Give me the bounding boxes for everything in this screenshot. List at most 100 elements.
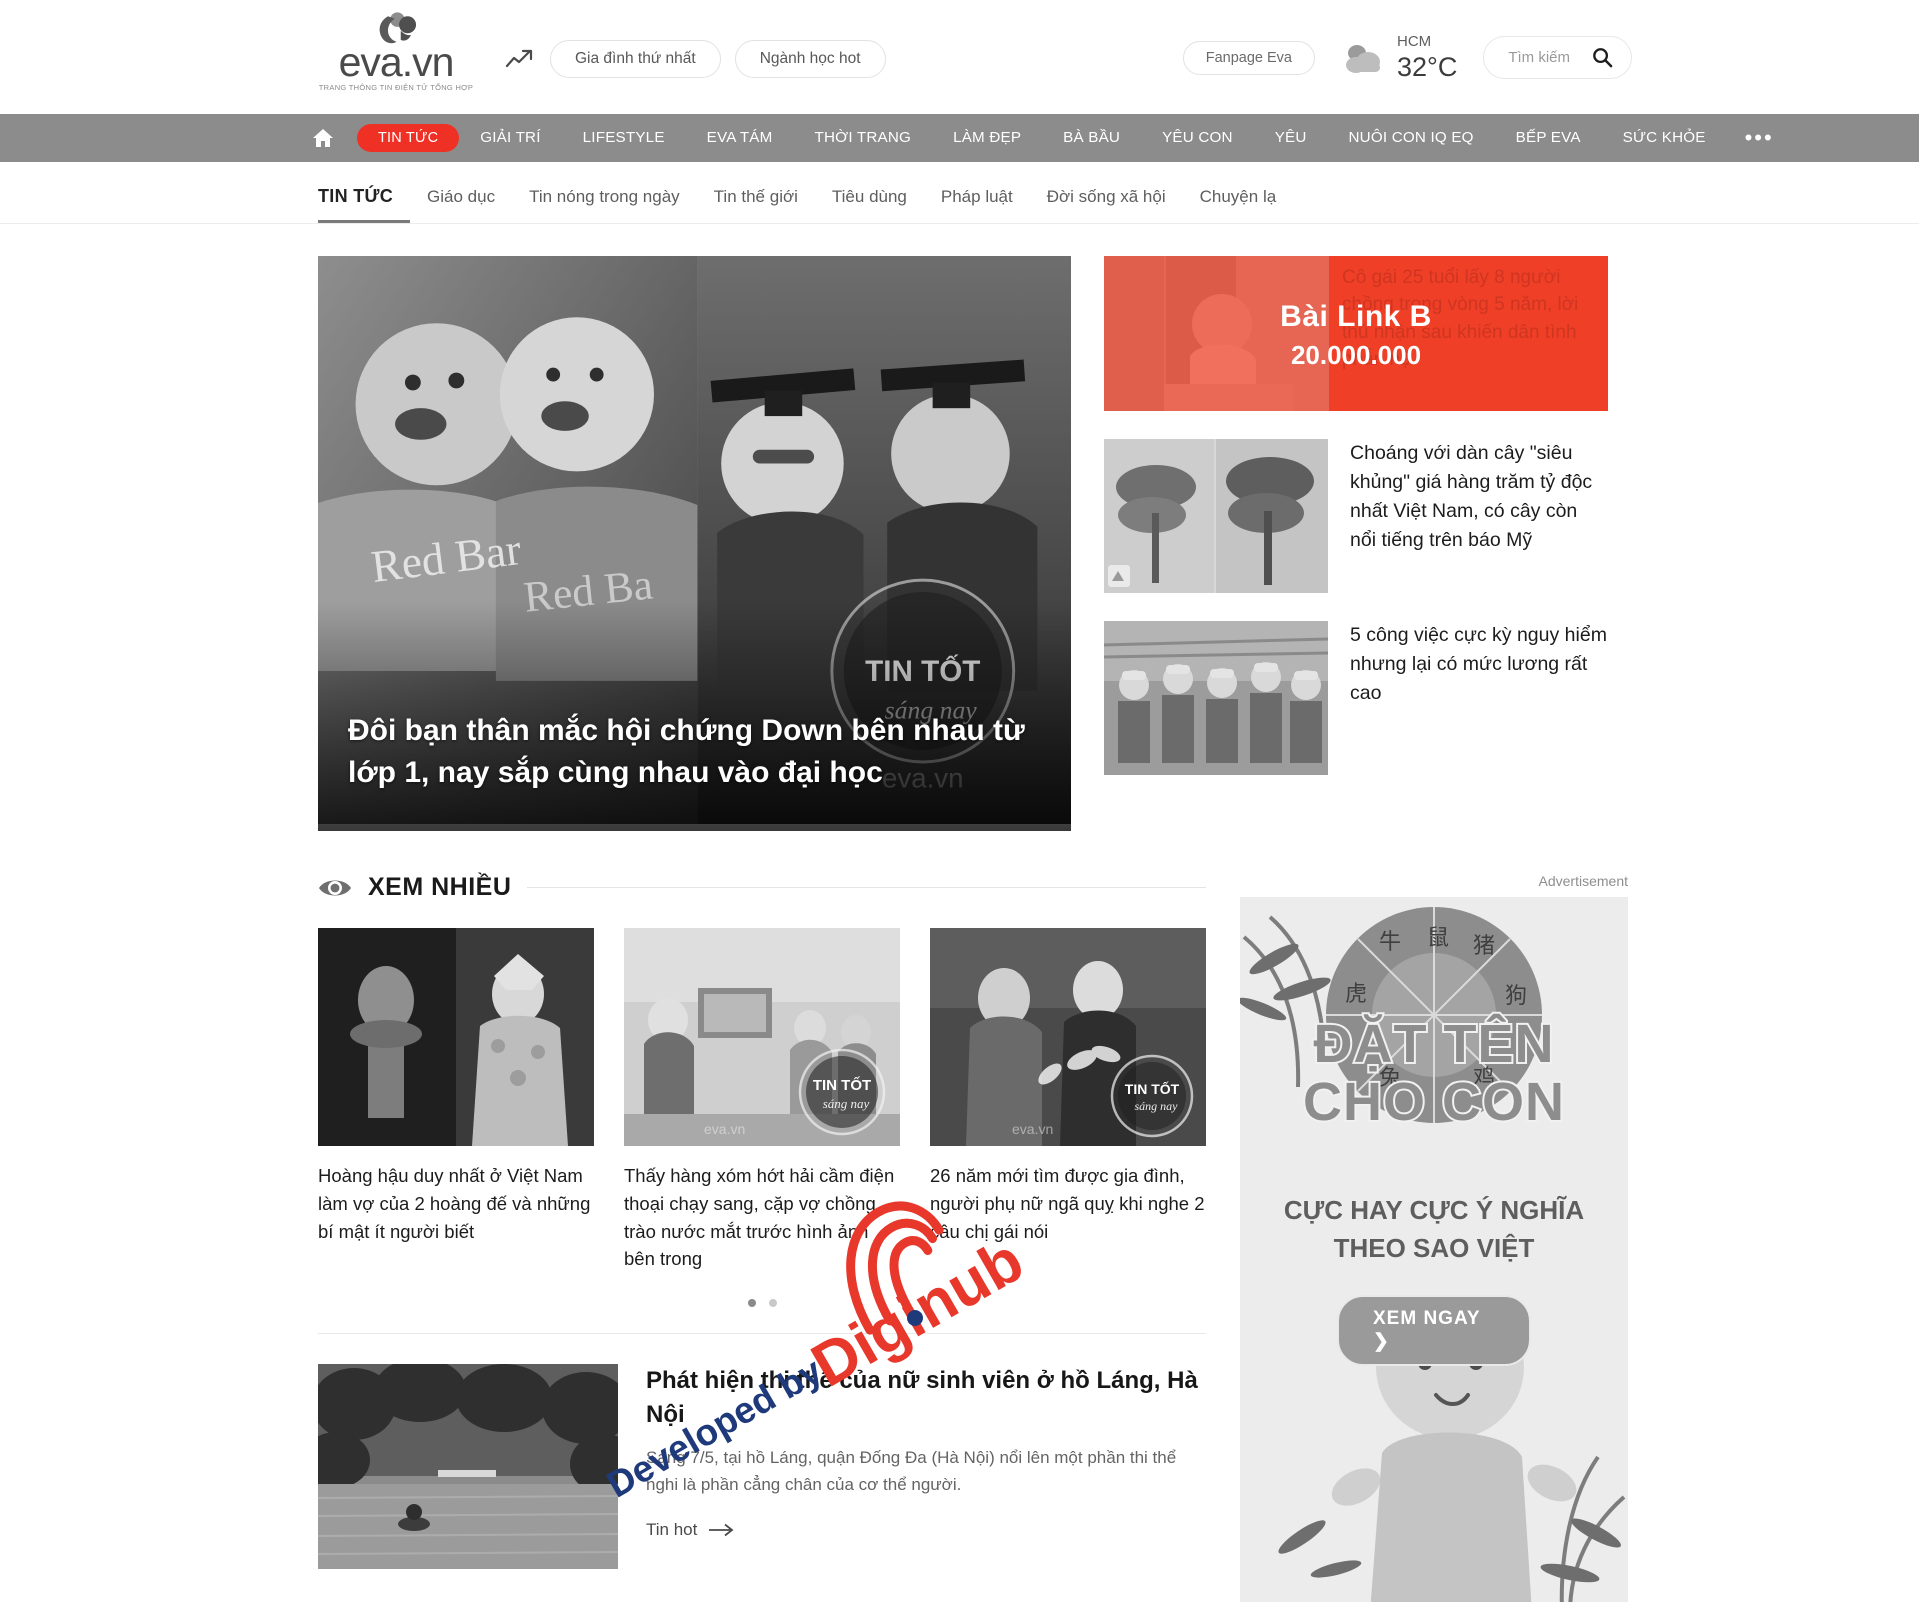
xem-nhieu-card-2[interactable]: TIN TỐT sáng nay eva.vn 26 năm mới tìm đ… (930, 928, 1206, 1273)
nav-item-ba-bau[interactable]: BÀ BẦU (1042, 114, 1141, 162)
feature-article-image (318, 1364, 618, 1569)
top-section: Red Bar Red Ba TIN TỐT sáng nay (318, 256, 1608, 831)
advertisement-headline-line2: CHO CON (1301, 1071, 1566, 1134)
svg-text:eva.vn: eva.vn (1012, 1121, 1053, 1137)
carousel-pagination[interactable] (318, 1299, 1206, 1307)
nav-item-suc-khoe[interactable]: SỨC KHỎE (1602, 114, 1727, 162)
side-article-1-title[interactable]: 5 công việc cực kỳ nguy hiểm nhưng lại c… (1350, 621, 1608, 775)
svg-text:虎: 虎 (1345, 981, 1367, 1006)
feature-article-description: Sáng 7/5, tại hồ Láng, quận Đống Đa (Hà … (646, 1448, 1177, 1494)
side-article-1-thumb (1104, 621, 1329, 775)
side-article-0-title[interactable]: Choáng với dàn cây "siêu khủng" giá hàng… (1350, 439, 1608, 593)
nav-item-lam-dep[interactable]: LÀM ĐẸP (932, 114, 1042, 162)
xem-nhieu-header: XEM NHIỀU (318, 873, 1206, 902)
subnav-item-tieu-dung[interactable]: Tiêu dùng (815, 187, 924, 223)
advertisement-sub-line1: CỰC HAY CỰC Ý NGHĨA (1283, 1194, 1585, 1226)
search-icon[interactable] (1592, 47, 1613, 68)
fanpage-button[interactable]: Fanpage Eva (1182, 40, 1315, 75)
feature-article[interactable]: Phát hiện thi thể của nữ sinh viên ở hồ … (318, 1364, 1206, 1569)
site-logo[interactable]: eva.vn TRANG THÔNG TIN ĐIỆN TỬ TỔNG HỢP (311, 12, 481, 92)
xem-nhieu-card-list: Hoàng hậu duy nhất ở Việt Nam làm vợ của… (318, 928, 1206, 1273)
nav-item-yeu-con[interactable]: YÊU CON (1141, 114, 1254, 162)
header-tag-0[interactable]: Gia đình thứ nhất (550, 40, 721, 78)
feature-article-body: Phát hiện thi thể của nữ sinh viên ở hồ … (646, 1364, 1206, 1569)
xem-nhieu-card-0-title[interactable]: Hoàng hậu duy nhất ở Việt Nam làm vợ của… (318, 1162, 594, 1245)
carousel-dot-1[interactable] (747, 1299, 756, 1307)
xem-nhieu-card-0[interactable]: Hoàng hậu duy nhất ở Việt Nam làm vợ của… (318, 928, 594, 1273)
nav-item-bep-eva[interactable]: BẾP EVA (1495, 114, 1602, 162)
svg-text:猪: 猪 (1473, 933, 1495, 958)
subnav-item-phap-luat[interactable]: Pháp luật (924, 187, 1030, 223)
side-article-1[interactable]: 5 công việc cực kỳ nguy hiểm nhưng lại c… (1104, 621, 1608, 775)
advertisement-banner[interactable]: 牛鼠猪 虎狗 兔鸡 ĐẶT TÊN CHO CON CỰC HAY CỰC Ý … (1240, 897, 1628, 1602)
nav-item-eva-tam[interactable]: EVA TÁM (686, 114, 794, 162)
svg-text:狗: 狗 (1505, 983, 1527, 1008)
page-root: eva.vn TRANG THÔNG TIN ĐIỆN TỬ TỔNG HỢP … (0, 0, 1919, 1602)
svg-text:TIN TỐT: TIN TỐT (813, 1076, 871, 1094)
trending-up-icon (505, 49, 533, 68)
subnav-item-tin-nong-trong-ngay[interactable]: Tin nóng trong ngày (512, 187, 697, 223)
search-input[interactable]: Tìm kiếm (1508, 49, 1570, 66)
content-divider (318, 1333, 1206, 1334)
feature-link-label[interactable]: Tin hot (646, 1520, 697, 1540)
feature-article-title[interactable]: Phát hiện thi thể của nữ sinh viên ở hồ … (646, 1364, 1206, 1431)
main-navigation: TIN TỨC GIẢI TRÍ LIFESTYLE EVA TÁM THỜI … (0, 114, 1919, 162)
nav-item-lifestyle[interactable]: LIFESTYLE (562, 114, 686, 162)
advertisement-headline: ĐẶT TÊN CHO CON (1240, 1013, 1628, 1134)
ellipsis-icon[interactable]: ••• (1727, 123, 1792, 153)
site-header: eva.vn TRANG THÔNG TIN ĐIỆN TỬ TỔNG HỢP … (0, 0, 1919, 114)
advertisement-label: Advertisement (1538, 873, 1628, 889)
cloud-icon (1346, 44, 1380, 73)
subnav-item-tin-the-gioi[interactable]: Tin thế giới (697, 187, 815, 223)
sub-navigation: TIN TỨC Giáo dục Tin nóng trong ngày Tin… (0, 162, 1919, 224)
promo-label: Bài Link B (1280, 300, 1432, 333)
promo-number: 20.000.000 (1290, 340, 1422, 370)
xem-nhieu-card-0-image (318, 928, 594, 1146)
side-article-0[interactable]: Choáng với dàn cây "siêu khủng" giá hàng… (1104, 439, 1608, 593)
header-right-group: Fanpage Eva HCM 32°C Tìm kiếm (1182, 34, 1632, 81)
home-icon[interactable] (311, 126, 335, 150)
feature-article-link[interactable]: Tin hot (646, 1520, 1206, 1540)
subnav-item-chuyen-la[interactable]: Chuyện lạ (1183, 187, 1294, 223)
header-tag-1[interactable]: Ngành học hot (734, 40, 886, 78)
nav-item-giai-tri[interactable]: GIẢI TRÍ (459, 114, 561, 162)
header-tag-list: Gia đình thứ nhất Ngành học hot (550, 40, 886, 78)
svg-text:sáng nay: sáng nay (1135, 1099, 1179, 1113)
hero-article[interactable]: Red Bar Red Ba TIN TỐT sáng nay (318, 256, 1072, 831)
carousel-dot-2[interactable] (768, 1299, 777, 1307)
svg-text:eva.vn: eva.vn (704, 1121, 745, 1137)
search-box[interactable]: Tìm kiếm (1483, 36, 1632, 79)
logo-wordmark: eva.vn (338, 39, 455, 85)
main-content: Red Bar Red Ba TIN TỐT sáng nay (0, 224, 1919, 1602)
subnav-item-tin-tuc[interactable]: TIN TỨC (318, 186, 411, 223)
xem-nhieu-card-1-title[interactable]: Thấy hàng xóm hớt hải cầm điện thoại chạ… (624, 1162, 900, 1273)
xem-nhieu-section: XEM NHIỀU Hoàng hậu duy nhất ở Việt Nam … (318, 873, 1206, 1602)
nav-item-yeu[interactable]: YÊU (1254, 114, 1328, 162)
hero-headline[interactable]: Đôi bạn thân mắc hội chứng Down bên nhau… (348, 710, 1045, 795)
logo-tagline: TRANG THÔNG TIN ĐIỆN TỬ TỔNG HỢP (318, 83, 474, 92)
weather-temperature: 32°C (1397, 52, 1458, 82)
advertisement-cta-button[interactable]: XEM NGAY ❯ (1337, 1295, 1531, 1366)
side-column: Cô gái 25 tuổi lấy 8 người chồng trong v… (1104, 256, 1608, 831)
xem-nhieu-card-2-title[interactable]: 26 năm mới tìm được gia đình, người phụ … (930, 1162, 1206, 1245)
xem-nhieu-card-1[interactable]: TIN TỐT sáng nay eva.vn Thấy hàng xóm hớ… (624, 928, 900, 1273)
advertisement-column: Advertisement 牛 鼠猪 虎 狗 兔 鸡 ĐẶT TÊN CHO CON… (1240, 873, 1628, 1602)
section-divider (527, 887, 1206, 888)
svg-text:牛: 牛 (1379, 929, 1401, 954)
advertisement-sub-line2: THEO SAO VIỆT (1333, 1232, 1536, 1264)
nav-item-nuoi-con-iq-eq[interactable]: NUÔI CON IQ EQ (1328, 114, 1495, 162)
svg-text:TIN TỐT: TIN TỐT (1125, 1080, 1180, 1097)
xem-nhieu-card-1-image: TIN TỐT sáng nay eva.vn (624, 928, 900, 1146)
promo-banner[interactable]: Cô gái 25 tuổi lấy 8 người chồng trong v… (1104, 256, 1608, 411)
arrow-right-icon (709, 1523, 734, 1537)
subnav-item-giao-duc[interactable]: Giáo dục (410, 187, 512, 223)
nav-item-thoi-trang[interactable]: THỜI TRANG (793, 114, 932, 162)
svg-text:鼠: 鼠 (1427, 925, 1449, 950)
side-article-0-thumb (1104, 439, 1329, 593)
advertisement-subheadline: CỰC HAY CỰC Ý NGHĨA THEO SAO VIỆT (1240, 1192, 1628, 1267)
advertisement-headline-line1: ĐẶT TÊN (1312, 1013, 1556, 1076)
subnav-item-doi-song-xa-hoi[interactable]: Đời sống xã hội (1030, 187, 1183, 223)
weather-widget[interactable]: HCM 32°C (1341, 34, 1457, 81)
nav-item-tin-tuc[interactable]: TIN TỨC (357, 124, 460, 152)
svg-text:sáng nay: sáng nay (823, 1096, 870, 1111)
